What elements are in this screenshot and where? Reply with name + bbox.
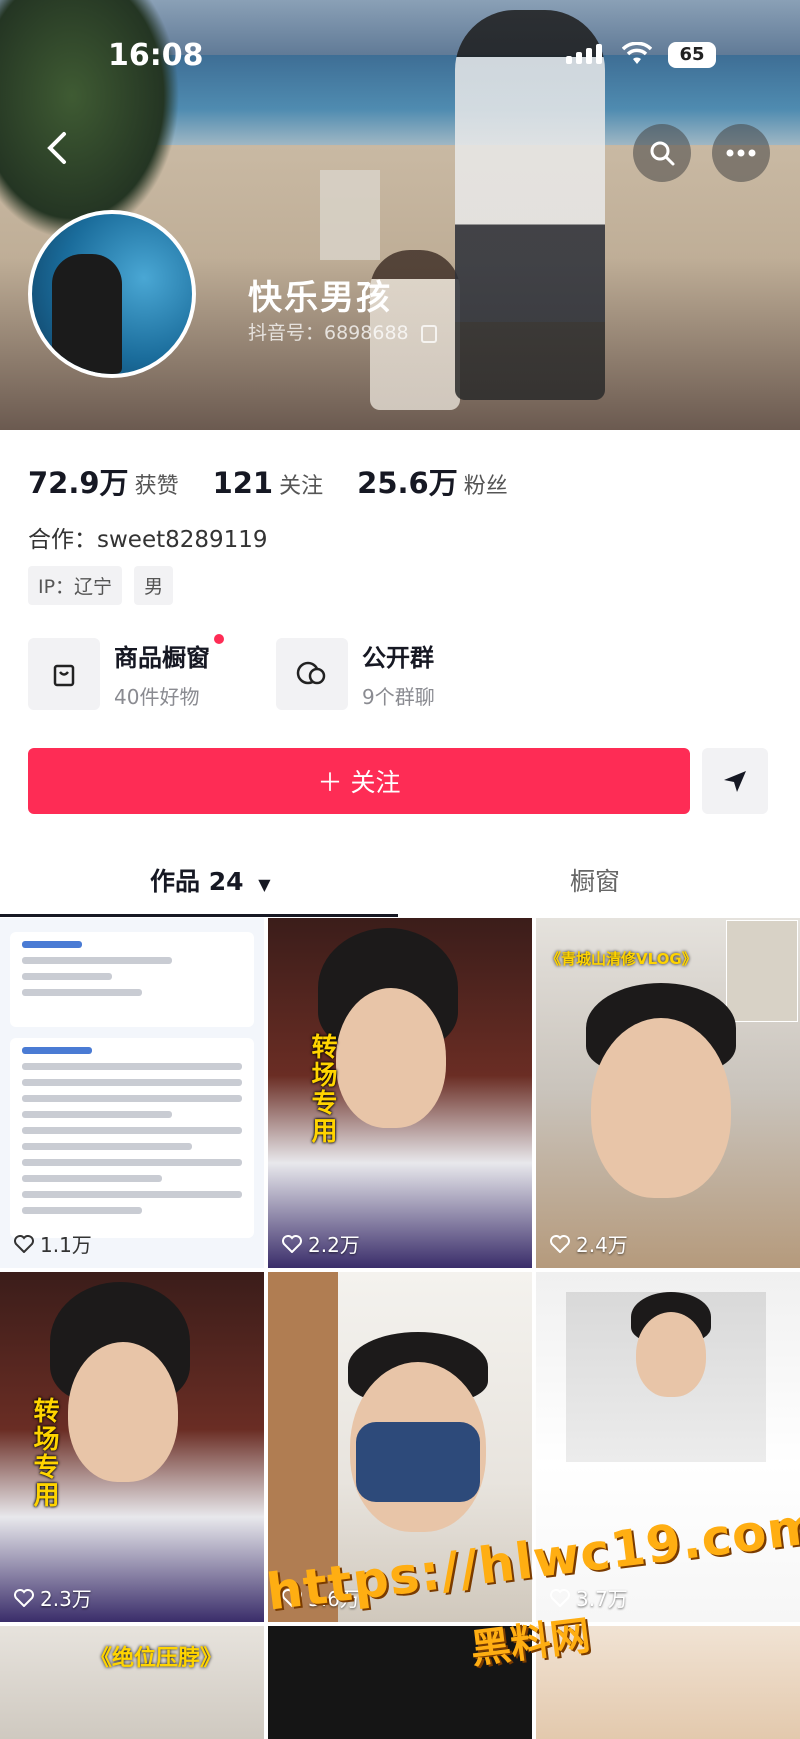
video-thumbnail[interactable]: 转场专用 2.3万	[0, 1272, 264, 1622]
public-group-title: 公开群	[362, 644, 434, 672]
chevron-down-icon: ▼	[258, 875, 271, 894]
public-group-entry[interactable]: 公开群 9个群聊	[276, 638, 435, 710]
avatar-figure	[52, 254, 122, 374]
profile-tags: IP：辽宁 男	[28, 566, 174, 605]
likes-count[interactable]: 72.9万	[28, 460, 129, 502]
tab-window[interactable]: 橱窗	[570, 862, 620, 898]
likes-label: 获赞	[134, 474, 179, 499]
status-time: 16:08	[108, 38, 204, 73]
cooperation-contact: 合作：sweet8289119	[28, 527, 268, 553]
video-likes-count: 2.3万	[40, 1587, 92, 1611]
video-likes: 2.4万	[550, 1229, 628, 1258]
video-likes: 2.2万	[282, 1229, 360, 1258]
heart-icon	[550, 1234, 570, 1253]
heart-icon	[282, 1234, 302, 1253]
thumb-face	[636, 1312, 706, 1397]
tag-ip: IP：辽宁	[28, 566, 123, 605]
profile-stats: 72.9万 获赞 121 关注 25.6万 粉丝	[28, 460, 542, 502]
battery-icon: 65	[668, 42, 716, 68]
heart-icon	[550, 1588, 570, 1607]
tab-works[interactable]: 作品 24 ▼	[150, 862, 271, 898]
video-thumbnail[interactable]: 《青城山清修VLOG》 2.4万	[536, 918, 800, 1268]
video-overlay-text: 转场专用	[307, 1033, 337, 1145]
heart-icon	[14, 1588, 34, 1607]
following-label: 关注	[279, 474, 324, 499]
cell-signal-icon	[566, 44, 602, 64]
group-chat-icon	[276, 638, 348, 710]
douyin-id-text: 抖音号：6898688	[248, 322, 409, 344]
doc-card	[10, 1038, 254, 1238]
back-icon[interactable]	[42, 130, 82, 170]
video-likes-count: 2.4万	[576, 1233, 628, 1257]
wifi-icon	[621, 40, 653, 73]
avatar[interactable]	[28, 210, 196, 378]
shop-window-title: 商品橱窗	[114, 644, 210, 672]
tag-gender: 男	[134, 566, 174, 605]
video-thumbnail[interactable]: 1.1万	[0, 918, 264, 1268]
thumb-face	[336, 988, 446, 1128]
search-icon[interactable]	[633, 124, 691, 182]
profile-name: 快乐男孩	[248, 278, 392, 318]
more-icon[interactable]	[712, 124, 770, 182]
doc-card	[10, 932, 254, 1027]
followers-count[interactable]: 25.6万	[357, 460, 458, 502]
tab-indicator	[0, 914, 398, 917]
thumb-face	[68, 1342, 178, 1482]
video-likes-count: 1.1万	[40, 1233, 92, 1257]
thumb-face	[591, 1018, 731, 1198]
cover-sign	[320, 170, 380, 260]
thumb-mask	[356, 1422, 480, 1502]
video-overlay-text: 《绝位压脖》	[90, 1646, 223, 1671]
video-overlay-text: 《青城山清修VLOG》	[546, 950, 697, 968]
follow-button[interactable]: ＋ 关注	[28, 748, 690, 814]
video-likes: 2.3万	[14, 1583, 92, 1612]
video-thumbnail[interactable]: 转场专用 2.2万	[268, 918, 532, 1268]
pip-thumbnail	[726, 920, 798, 1022]
status-bar: 16:08 65	[0, 0, 800, 110]
share-icon[interactable]	[702, 748, 768, 814]
douyin-id[interactable]: 抖音号：6898688	[248, 318, 437, 345]
copy-icon[interactable]	[420, 324, 437, 343]
shop-window-entry[interactable]: 商品橱窗 40件好物	[28, 634, 224, 710]
shopping-bag-icon	[28, 638, 100, 710]
video-likes-count: 2.2万	[308, 1233, 360, 1257]
notification-dot	[214, 634, 224, 644]
video-likes: 1.1万	[14, 1229, 92, 1258]
video-overlay-text: 转场专用	[29, 1397, 59, 1509]
public-group-subtitle: 9个群聊	[362, 685, 435, 709]
shop-window-subtitle: 40件好物	[114, 685, 200, 709]
heart-icon	[14, 1234, 34, 1253]
following-count[interactable]: 121	[213, 466, 274, 500]
followers-label: 粉丝	[463, 474, 508, 499]
video-thumbnail[interactable]: 《绝位压脖》	[0, 1626, 264, 1739]
tab-works-label: 作品 24	[150, 867, 244, 896]
